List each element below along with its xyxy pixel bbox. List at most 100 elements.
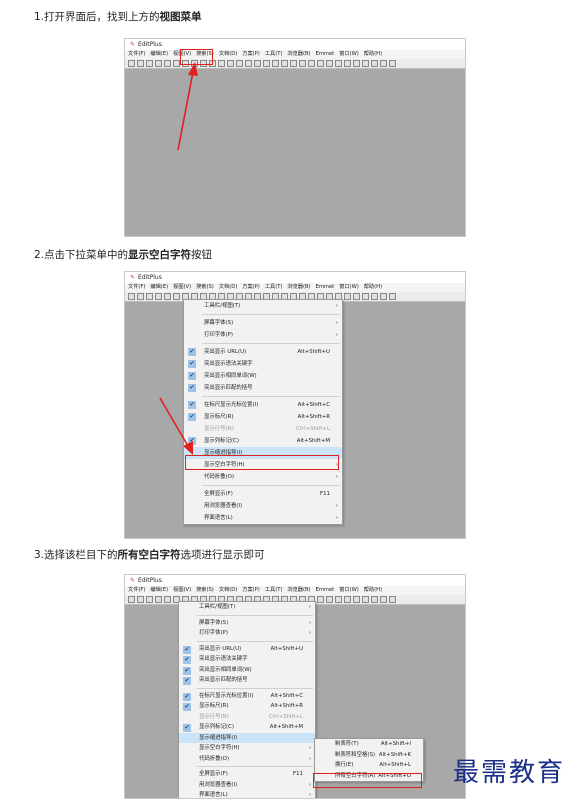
toolbar-button-icon[interactable] [128, 596, 135, 603]
menu-item[interactable]: 显示行号(N) Ctrl+Shift+L [179, 712, 315, 723]
toolbar-button-icon[interactable] [326, 60, 333, 67]
menubar-item[interactable]: Emmet [316, 50, 335, 59]
toolbar-button-icon[interactable] [218, 60, 225, 67]
toolbar-button-icon[interactable] [326, 596, 333, 603]
menubar-item[interactable]: 视图(V) [173, 586, 191, 595]
menubar-item[interactable]: 窗口(W) [339, 586, 359, 595]
menubar-item[interactable]: 编辑(E) [150, 50, 168, 59]
toolbar-button-icon[interactable] [173, 293, 180, 300]
toolbar-button-icon[interactable] [164, 596, 171, 603]
toolbar-button-icon[interactable] [380, 293, 387, 300]
menubar-item[interactable]: 搜索(S) [196, 586, 214, 595]
menubar-item[interactable]: 帮助(H) [364, 586, 382, 595]
toolbar-button-icon[interactable] [308, 60, 315, 67]
toolbar-button-icon[interactable] [146, 596, 153, 603]
toolbar-button-icon[interactable] [245, 60, 252, 67]
menubar-item[interactable]: 窗口(W) [339, 283, 359, 292]
toolbar-button-icon[interactable] [380, 60, 387, 67]
menu-item[interactable]: 制表符(T) Alt+Shift+I [315, 739, 423, 750]
toolbar-button-icon[interactable] [317, 60, 324, 67]
menu-item[interactable]: ✔ 显示标尺(R) Alt+Shift+R [179, 701, 315, 712]
menubar-item[interactable]: 方案(P) [242, 586, 260, 595]
toolbar-button-icon[interactable] [155, 596, 162, 603]
toolbar-button-icon[interactable] [173, 60, 180, 67]
menubar-item[interactable]: 浏览器(B) [287, 50, 310, 59]
menubar-item[interactable]: 文件(F) [128, 50, 145, 59]
toolbar-button-icon[interactable] [389, 293, 396, 300]
menu-item[interactable]: ✔ 显示列标记(C) Alt+Shift+M [179, 722, 315, 733]
menu-item[interactable]: ✔ 突出显示语法关键字 [184, 358, 342, 370]
menubar-item[interactable]: 文件(F) [128, 586, 145, 595]
toolbar-button-icon[interactable] [353, 60, 360, 67]
menubar-item[interactable]: 浏览器(B) [287, 586, 310, 595]
toolbar-button-icon[interactable] [380, 596, 387, 603]
menu-item[interactable]: ✔ 突出显示匹配的括号 [179, 675, 315, 686]
menu-item[interactable]: ✔ 在标尺显示光标位置(I) Alt+Shift+C [184, 399, 342, 411]
menubar-item[interactable]: 帮助(H) [364, 50, 382, 59]
menubar-item[interactable]: 文档(D) [219, 586, 237, 595]
menu-item[interactable]: 全屏显示(F) F11 [179, 769, 315, 780]
toolbar-button-icon[interactable] [281, 60, 288, 67]
menubar-item[interactable]: 文件(F) [128, 283, 145, 292]
menu-item[interactable]: ✔ 突出显示语法关键字 [179, 654, 315, 665]
menubar-item[interactable]: 帮助(H) [364, 283, 382, 292]
menubar-item[interactable]: 文档(D) [219, 50, 237, 59]
menubar-item[interactable]: 浏览器(B) [287, 283, 310, 292]
toolbar-button-icon[interactable] [227, 60, 234, 67]
menu-item[interactable]: 换行(E) Alt+Shift+L [315, 760, 423, 771]
toolbar-button-icon[interactable] [254, 60, 261, 67]
toolbar-button-icon[interactable] [362, 293, 369, 300]
menu-item[interactable]: ✔ 突出显示 URL(U) Alt+Shift+U [179, 644, 315, 655]
toolbar-button-icon[interactable] [137, 596, 144, 603]
menubar-item[interactable]: 搜索(S) [196, 283, 214, 292]
toolbar-button-icon[interactable] [344, 293, 351, 300]
toolbar-button-icon[interactable] [128, 293, 135, 300]
toolbar-button-icon[interactable] [272, 60, 279, 67]
menu-item[interactable]: 制表符和空格(S) Alt+Shift+K [315, 750, 423, 761]
toolbar-button-icon[interactable] [362, 60, 369, 67]
menu-item[interactable]: 界面语言(L) › [184, 512, 342, 524]
menu-item[interactable]: ✔ 显示标尺(R) Alt+Shift+R [184, 411, 342, 423]
toolbar-button-icon[interactable] [236, 60, 243, 67]
menu-item[interactable]: 屏幕字体(S) › [184, 317, 342, 329]
menu-item[interactable]: 代码折叠(O) › [184, 471, 342, 483]
menubar-item[interactable]: 工具(T) [265, 586, 283, 595]
toolbar-button-icon[interactable] [353, 293, 360, 300]
menubar-item[interactable]: Emmet [316, 283, 335, 292]
toolbar-button-icon[interactable] [344, 60, 351, 67]
menubar-item[interactable]: 文档(D) [219, 283, 237, 292]
menubar-item[interactable]: 工具(T) [265, 50, 283, 59]
menu-item[interactable]: ✔ 在标尺显示光标位置(I) Alt+Shift+C [179, 691, 315, 702]
toolbar-button-icon[interactable] [344, 596, 351, 603]
toolbar-button-icon[interactable] [146, 60, 153, 67]
menu-item[interactable]: 界面语言(L) › [179, 790, 315, 798]
toolbar-button-icon[interactable] [353, 596, 360, 603]
toolbar-button-icon[interactable] [155, 293, 162, 300]
toolbar-button-icon[interactable] [389, 60, 396, 67]
toolbar-button-icon[interactable] [317, 596, 324, 603]
menu-item[interactable]: 用浏览器查看(I) › [184, 500, 342, 512]
menubar-item[interactable]: Emmet [316, 586, 335, 595]
menu-item[interactable]: 打印字体(P) › [179, 628, 315, 639]
menu-item[interactable]: 用浏览器查看(I) › [179, 780, 315, 791]
toolbar-button-icon[interactable] [299, 60, 306, 67]
menubar-item[interactable]: 编辑(E) [150, 586, 168, 595]
menubar-item[interactable]: 窗口(W) [339, 50, 359, 59]
menu-item[interactable]: ✔ 突出显示相同单词(W) [179, 665, 315, 676]
toolbar-button-icon[interactable] [263, 60, 270, 67]
menu-item[interactable]: ✔ 突出显示相同单词(W) [184, 370, 342, 382]
menu-item[interactable]: 显示行号(N) Ctrl+Shift+L [184, 423, 342, 435]
menu-item[interactable]: ✔ 突出显示 URL(U) Alt+Shift+U [184, 346, 342, 358]
toolbar-button-icon[interactable] [335, 60, 342, 67]
toolbar-button-icon[interactable] [146, 293, 153, 300]
toolbar-button-icon[interactable] [164, 60, 171, 67]
menu-item[interactable]: 代码折叠(O) › [179, 754, 315, 765]
toolbar-button-icon[interactable] [362, 596, 369, 603]
menu-item[interactable]: 显示空白字符(H) › [179, 743, 315, 754]
toolbar-button-icon[interactable] [290, 60, 297, 67]
menu-item[interactable]: 全屏显示(F) F11 [184, 488, 342, 500]
toolbar-button-icon[interactable] [389, 596, 396, 603]
menubar-item[interactable]: 视图(V) [173, 283, 191, 292]
menu-item[interactable]: 工具栏/视图(T) › [179, 602, 315, 613]
toolbar-button-icon[interactable] [371, 60, 378, 67]
